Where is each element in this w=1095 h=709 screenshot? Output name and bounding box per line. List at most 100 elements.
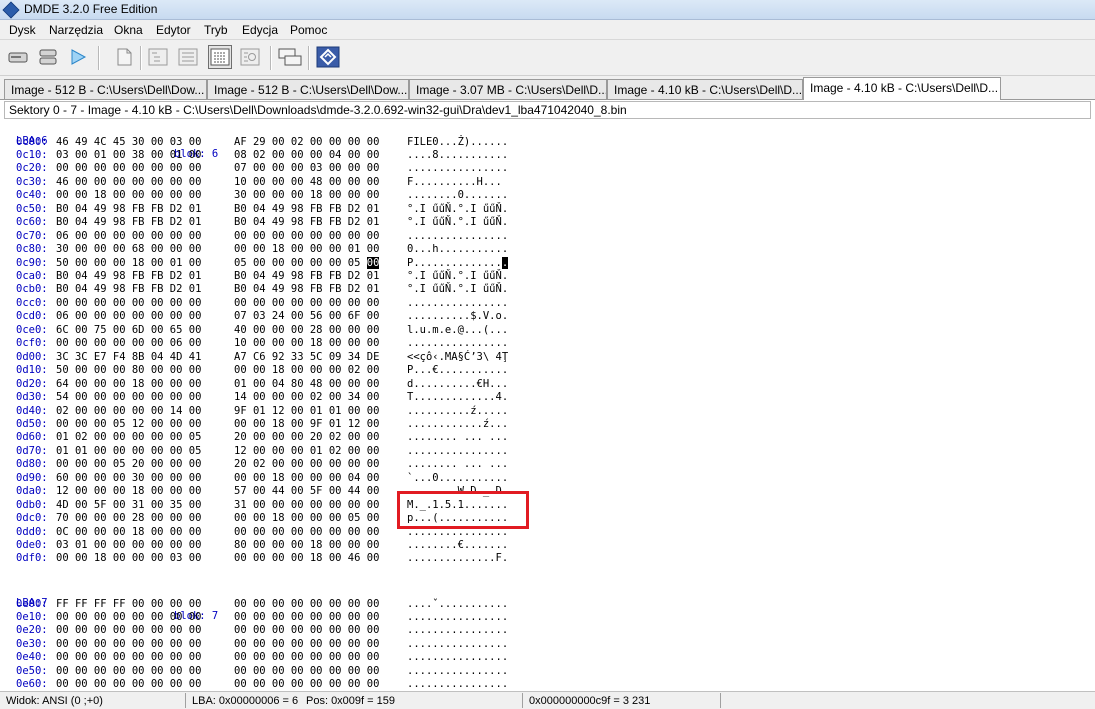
hex-bytes-high[interactable]: 07 00 00 00 03 00 00 00 — [234, 162, 379, 175]
hex-bytes-low[interactable]: 03 01 00 00 00 00 00 00 — [56, 539, 201, 552]
hex-row[interactable]: 0c50: B0 04 49 98 FB FB D2 01 B0 04 49 98 … — [4, 203, 1091, 216]
hex-bytes-high[interactable]: B0 04 49 98 FB FB D2 01 — [234, 283, 379, 296]
ascii-text[interactable]: ................ — [407, 651, 508, 664]
copy-windows-button[interactable] — [278, 45, 302, 69]
hex-bytes-low[interactable]: 50 00 00 00 80 00 00 00 — [56, 364, 201, 377]
hex-row[interactable]: 0dc0: 70 00 00 00 28 00 00 00 00 00 18 00 … — [4, 512, 1091, 525]
ascii-text[interactable]: F..........H... — [407, 176, 502, 189]
hex-bytes-high[interactable]: 57 00 44 00 5F 00 44 00 — [234, 485, 379, 498]
ascii-text[interactable]: ....8........... — [407, 149, 508, 162]
hex-bytes-high[interactable]: 31 00 00 00 00 00 00 00 — [234, 499, 379, 512]
hex-row[interactable]: 0e20: 00 00 00 00 00 00 00 00 00 00 00 00 … — [4, 624, 1091, 637]
hex-bytes-low[interactable]: 12 00 00 00 18 00 00 00 — [56, 485, 201, 498]
hex-bytes-high[interactable]: 10 00 00 00 48 00 00 00 — [234, 176, 379, 189]
hex-bytes-high[interactable]: 00 00 00 00 00 00 00 00 — [234, 230, 379, 243]
hex-bytes-high[interactable]: 00 00 18 00 00 00 01 00 — [234, 243, 379, 256]
hex-row[interactable]: 0e30: 00 00 00 00 00 00 00 00 00 00 00 00 … — [4, 638, 1091, 651]
app-logo-icon[interactable] — [2, 1, 20, 19]
hex-row[interactable]: 0c10: 03 00 01 00 38 00 01 00 08 02 00 00 … — [4, 149, 1091, 162]
hex-bytes-low[interactable]: 00 00 00 00 00 00 00 00 — [56, 624, 201, 637]
hex-bytes-high[interactable]: 20 02 00 00 00 00 00 00 — [234, 458, 379, 471]
hex-row[interactable]: 0c40: 00 00 18 00 00 00 00 00 30 00 00 00 … — [4, 189, 1091, 202]
tab-image-4[interactable]: Image - 4.10 kB - C:\Users\Dell\D... — [607, 79, 803, 99]
hex-row[interactable]: 0c00: 46 49 4C 45 30 00 03 00 AF 29 00 02 … — [4, 136, 1091, 149]
menu-narzedzia[interactable]: Narzędzia — [46, 22, 106, 38]
cursor-hex-byte[interactable]: 00 — [366, 256, 380, 269]
hex-view-button[interactable] — [208, 45, 232, 69]
hex-bytes-high[interactable]: 80 00 00 00 18 00 00 00 — [234, 539, 379, 552]
hex-bytes-low[interactable]: 00 00 00 00 00 00 06 00 — [56, 337, 201, 350]
hex-bytes-high[interactable]: 30 00 00 00 18 00 00 00 — [234, 189, 379, 202]
ascii-text[interactable]: ............ź... — [407, 418, 508, 431]
ascii-text[interactable]: ................ — [407, 297, 508, 310]
hex-bytes-low[interactable]: 4D 00 5F 00 31 00 35 00 — [56, 499, 201, 512]
hex-bytes-high[interactable]: 20 00 00 00 20 02 00 00 — [234, 431, 379, 444]
ascii-text[interactable]: l.u.m.e.@...(... — [407, 324, 508, 337]
hex-row[interactable]: 0df0: 00 00 18 00 00 00 03 00 00 00 00 00 … — [4, 552, 1091, 565]
hex-bytes-low[interactable]: 06 00 00 00 00 00 00 00 — [56, 230, 201, 243]
hex-row[interactable]: 0d90: 60 00 00 00 30 00 00 00 00 00 18 00 … — [4, 472, 1091, 485]
hex-bytes-low[interactable]: 00 00 00 00 00 00 00 00 — [56, 665, 201, 678]
hex-bytes-high[interactable]: 00 00 00 00 00 00 00 00 — [234, 611, 379, 624]
hex-row[interactable]: 0cf0: 00 00 00 00 00 00 06 00 10 00 00 00 … — [4, 337, 1091, 350]
ascii-text[interactable]: °.I űűŇ.°.I űűŇ. — [407, 216, 508, 229]
ascii-text[interactable]: ................ — [407, 337, 508, 350]
hex-row[interactable]: 0e40: 00 00 00 00 00 00 00 00 00 00 00 00 … — [4, 651, 1091, 664]
hex-editor[interactable]: LBA:6 blok: 6 0c00: 46 49 4C 45 30 00 03 … — [4, 120, 1091, 689]
ascii-text[interactable]: ..........$.V.o. — [407, 310, 508, 323]
ascii-text[interactable]: ................ — [407, 624, 508, 637]
hex-row[interactable]: 0d20: 64 00 00 00 18 00 00 00 01 00 04 80 … — [4, 378, 1091, 391]
hex-bytes-high[interactable]: 00 00 00 00 00 00 00 00 — [234, 526, 379, 539]
menu-pomoc[interactable]: Pomoc — [287, 22, 330, 38]
list-view-button[interactable] — [176, 45, 200, 69]
dmde-logo-button[interactable] — [316, 45, 340, 69]
menu-edytor[interactable]: Edytor — [153, 22, 194, 38]
menu-edycja[interactable]: Edycja — [239, 22, 281, 38]
hex-row[interactable]: 0c70: 06 00 00 00 00 00 00 00 00 00 00 00 … — [4, 230, 1091, 243]
hex-bytes-high[interactable]: 00 00 18 00 00 00 04 00 — [234, 472, 379, 485]
hex-bytes-low[interactable]: 00 00 00 00 00 00 00 00 — [56, 638, 201, 651]
ascii-text[interactable]: ................ — [407, 611, 508, 624]
hex-row[interactable]: 0dd0: 0C 00 00 00 18 00 00 00 00 00 00 00 … — [4, 526, 1091, 539]
ascii-text[interactable]: ........ ... ... — [407, 431, 508, 444]
hex-bytes-low[interactable]: 46 00 00 00 00 00 00 00 — [56, 176, 201, 189]
partitions-button[interactable] — [36, 45, 60, 69]
hex-bytes-low[interactable]: 54 00 00 00 00 00 00 00 — [56, 391, 201, 404]
hex-bytes-high[interactable]: 08 02 00 00 00 04 00 00 — [234, 149, 379, 162]
hex-row[interactable]: 0da0: 12 00 00 00 18 00 00 00 57 00 44 00 … — [4, 485, 1091, 498]
menu-dysk[interactable]: Dysk — [6, 22, 39, 38]
ascii-text[interactable]: °.I űűŇ.°.I űűŇ. — [407, 283, 508, 296]
hex-row[interactable]: 0d60: 01 02 00 00 00 00 00 05 20 00 00 00 … — [4, 431, 1091, 444]
hex-bytes-low[interactable]: FF FF FF FF 00 00 00 00 — [56, 598, 201, 611]
hex-bytes-low[interactable]: 00 00 00 05 12 00 00 00 — [56, 418, 201, 431]
hex-row[interactable]: 0ca0: B0 04 49 98 FB FB D2 01 B0 04 49 98 … — [4, 270, 1091, 283]
hex-bytes-high[interactable]: 10 00 00 00 18 00 00 00 — [234, 337, 379, 350]
ascii-text[interactable]: <<çô‹.MA§Ć’3\ 4Ţ — [407, 351, 508, 364]
hex-bytes-high[interactable]: 9F 01 12 00 01 01 00 00 — [234, 405, 379, 418]
hex-bytes-high[interactable]: AF 29 00 02 00 00 00 00 — [234, 136, 379, 149]
ascii-text[interactable]: ........ ... ... — [407, 458, 508, 471]
find-view-button[interactable] — [238, 45, 262, 69]
menu-tryb[interactable]: Tryb — [201, 22, 231, 38]
hex-bytes-low[interactable]: 02 00 00 00 00 00 14 00 — [56, 405, 201, 418]
hex-row[interactable]: 0e50: 00 00 00 00 00 00 00 00 00 00 00 00 … — [4, 665, 1091, 678]
hex-bytes-high[interactable]: 01 00 04 80 48 00 00 00 — [234, 378, 379, 391]
hex-row[interactable]: 0d00: 3C 3C E7 F4 8B 04 4D 41 A7 C6 92 33 … — [4, 351, 1091, 364]
hex-row[interactable]: 0de0: 03 01 00 00 00 00 00 00 80 00 00 00 … — [4, 539, 1091, 552]
hex-bytes-high[interactable]: A7 C6 92 33 5C 09 34 DE — [234, 351, 379, 364]
hex-bytes-low[interactable]: 00 00 00 00 00 00 00 00 — [56, 651, 201, 664]
tab-image-2[interactable]: Image - 512 B - C:\Users\Dell\Dow... — [207, 79, 409, 99]
hex-row[interactable]: 0cc0: 00 00 00 00 00 00 00 00 00 00 00 00 … — [4, 297, 1091, 310]
hex-bytes-low[interactable]: 50 00 00 00 18 00 01 00 — [56, 257, 201, 270]
hex-row[interactable]: 0cd0: 06 00 00 00 00 00 00 00 07 03 24 00 … — [4, 310, 1091, 323]
hex-row[interactable]: 0d10: 50 00 00 00 80 00 00 00 00 00 18 00 … — [4, 364, 1091, 377]
ascii-text[interactable]: d..........€H... — [407, 378, 508, 391]
hex-bytes-high[interactable]: 00 00 18 00 9F 01 12 00 — [234, 418, 379, 431]
hex-bytes-high[interactable]: B0 04 49 98 FB FB D2 01 — [234, 203, 379, 216]
ascii-text[interactable]: ........0....... — [407, 189, 508, 202]
hex-bytes-high[interactable]: 00 00 00 00 00 00 00 00 — [234, 624, 379, 637]
ascii-text[interactable]: ....ˇ........... — [407, 598, 508, 611]
hex-bytes-low[interactable]: 64 00 00 00 18 00 00 00 — [56, 378, 201, 391]
hex-bytes-high[interactable]: 00 00 18 00 00 00 02 00 — [234, 364, 379, 377]
ascii-text[interactable]: ................ — [407, 638, 508, 651]
